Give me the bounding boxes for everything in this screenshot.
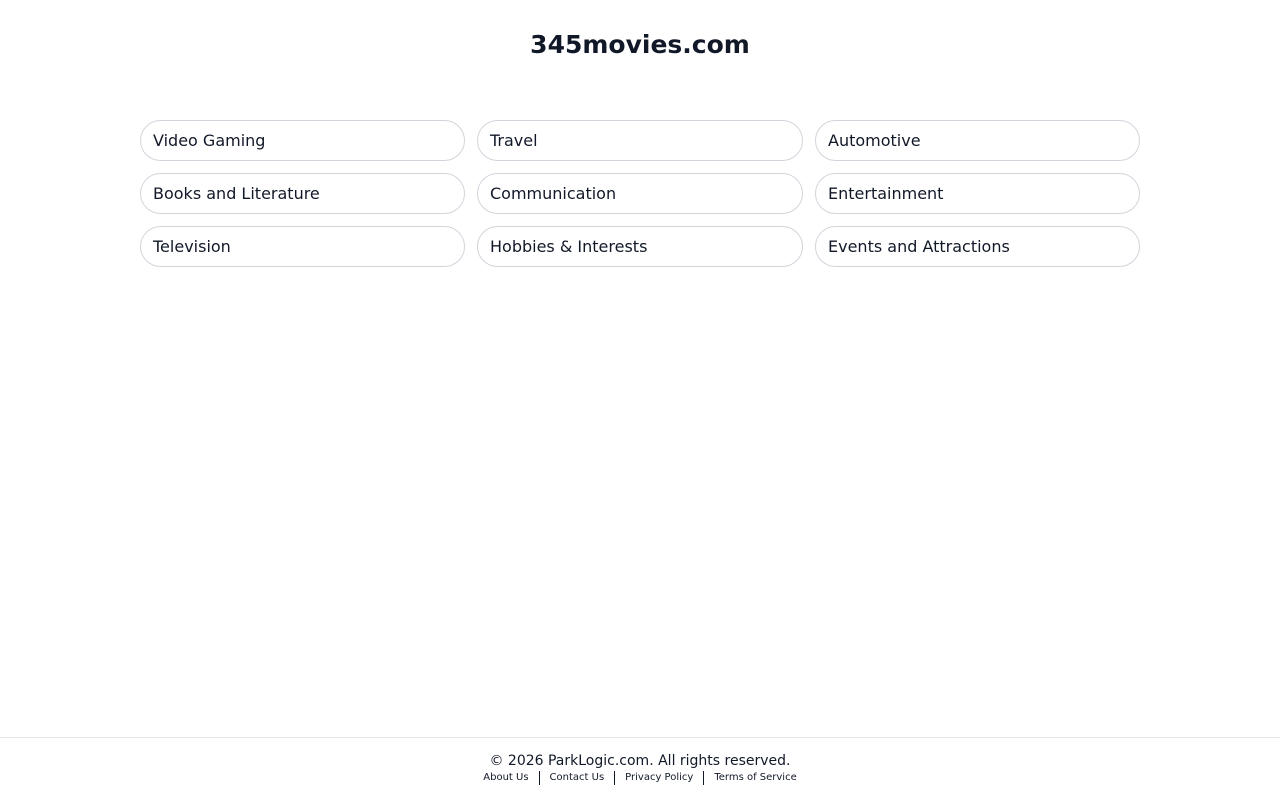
category-link-hobbies-and-interests[interactable]: Hobbies & Interests [477,226,803,267]
category-link-communication[interactable]: Communication [477,173,803,214]
footer-link-privacy-policy[interactable]: Privacy Policy [615,771,703,785]
site-title: 345movies.com [530,30,750,59]
category-grid: Video Gaming Travel Automotive Books and… [140,120,1140,267]
category-link-video-gaming[interactable]: Video Gaming [140,120,465,161]
category-link-television[interactable]: Television [140,226,465,267]
copyright-text: © 2026 ParkLogic.com. All rights reserve… [489,753,791,769]
category-link-automotive[interactable]: Automotive [815,120,1140,161]
footer-links: About Us Contact Us Privacy Policy Terms… [0,771,1280,785]
category-link-entertainment[interactable]: Entertainment [815,173,1140,214]
category-link-events-and-attractions[interactable]: Events and Attractions [815,226,1140,267]
footer-link-contact-us[interactable]: Contact Us [540,771,615,785]
footer-link-terms-of-service[interactable]: Terms of Service [704,771,806,785]
footer: © 2026 ParkLogic.com. All rights reserve… [0,737,1280,800]
category-link-books-and-literature[interactable]: Books and Literature [140,173,465,214]
page: 345movies.com Video Gaming Travel Automo… [0,0,1280,800]
footer-link-about-us[interactable]: About Us [473,771,538,785]
category-link-travel[interactable]: Travel [477,120,803,161]
